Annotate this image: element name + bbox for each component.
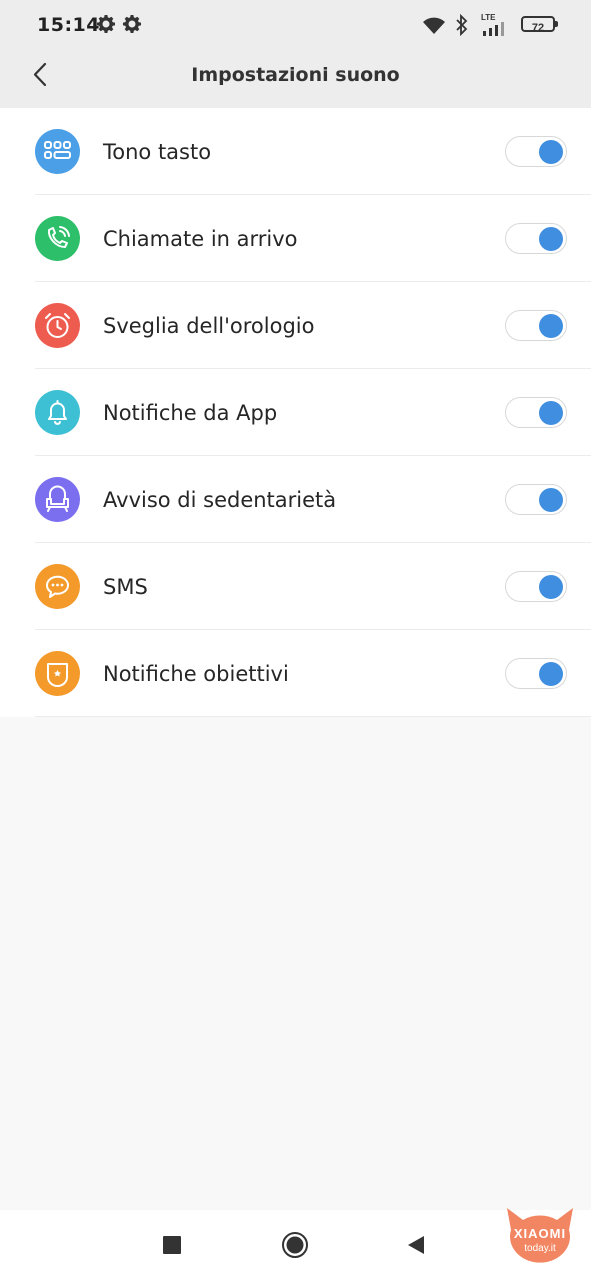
page-title: Impostazioni suono (191, 64, 400, 86)
settings-gear-icon (123, 15, 141, 33)
signal-icon (483, 22, 504, 36)
goal-notifications-toggle[interactable] (505, 658, 567, 689)
toggle-knob (539, 227, 563, 251)
setting-label: Chiamate in arrivo (103, 227, 298, 251)
settings-gear-icon (97, 15, 115, 33)
setting-row-goal-notifications[interactable]: Notifiche obiettivi (0, 630, 591, 717)
bell-icon (35, 390, 80, 435)
setting-label: Tono tasto (103, 140, 212, 164)
alarm-toggle[interactable] (505, 310, 567, 341)
setting-row-app-notifications[interactable]: Notifiche da App (0, 369, 591, 456)
chat-bubble-icon (35, 564, 80, 609)
toggle-knob (539, 575, 563, 599)
divider (35, 716, 591, 717)
toggle-knob (539, 662, 563, 686)
incoming-calls-toggle[interactable] (505, 223, 567, 254)
setting-label: Avviso di sedentarietà (103, 488, 337, 512)
battery-icon: 72 (521, 16, 555, 34)
settings-list: Tono tasto Chiamate in arrivo Sveglia de… (0, 108, 591, 717)
setting-row-alarm[interactable]: Sveglia dell'orologio (0, 282, 591, 369)
app-notifications-toggle[interactable] (505, 397, 567, 428)
phone-call-icon (35, 216, 80, 261)
setting-row-incoming-calls[interactable]: Chiamate in arrivo (0, 195, 591, 282)
network-type: LTE (481, 13, 496, 22)
toggle-knob (539, 401, 563, 425)
status-bar: 15:14 LTE 72 (0, 0, 591, 50)
setting-label: SMS (103, 575, 148, 599)
setting-row-idle-alert[interactable]: Avviso di sedentarietà (0, 456, 591, 543)
toggle-knob (539, 314, 563, 338)
alarm-clock-icon (35, 303, 80, 348)
setting-label: Notifiche obiettivi (103, 662, 289, 686)
wifi-icon (423, 17, 445, 34)
triangle-back-icon[interactable] (406, 1235, 426, 1255)
status-icons: LTE 72 (421, 12, 561, 38)
watermark-site: today.it (524, 1243, 556, 1254)
watermark-logo: XIAOMI today.it (499, 1202, 581, 1272)
toggle-knob (539, 488, 563, 512)
header: Impostazioni suono (0, 50, 591, 108)
setting-row-sms[interactable]: SMS (0, 543, 591, 630)
setting-label: Sveglia dell'orologio (103, 314, 315, 338)
bluetooth-icon (456, 14, 468, 36)
armchair-icon (35, 477, 80, 522)
keypad-icon (35, 129, 80, 174)
battery-level: 72 (531, 22, 545, 34)
battery-tip (555, 21, 558, 27)
watermark-brand: XIAOMI (513, 1226, 567, 1241)
square-icon[interactable] (163, 1236, 181, 1254)
setting-label: Notifiche da App (103, 401, 278, 425)
toggle-knob (539, 140, 563, 164)
idle-alert-toggle[interactable] (505, 484, 567, 515)
status-time: 15:14 (37, 14, 100, 36)
key-tone-toggle[interactable] (505, 136, 567, 167)
circle-icon[interactable] (281, 1231, 309, 1259)
setting-row-key-tone[interactable]: Tono tasto (0, 108, 591, 195)
goal-badge-icon (35, 651, 80, 696)
sms-toggle[interactable] (505, 571, 567, 602)
